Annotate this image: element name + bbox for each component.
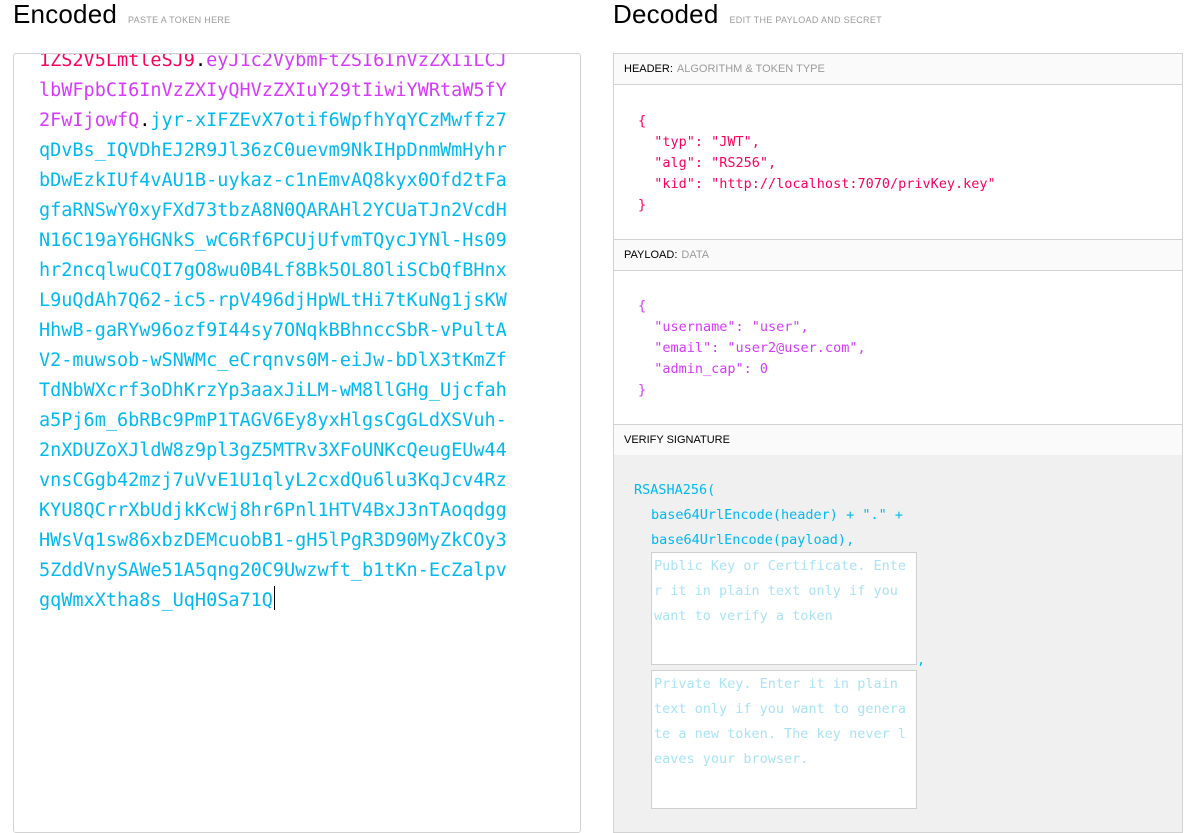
- encoded-hint: PASTE A TOKEN HERE: [128, 15, 231, 25]
- text-caret: [273, 586, 275, 610]
- rsa-header-expression: base64UrlEncode(header) + "." +: [651, 507, 903, 523]
- public-key-input[interactable]: Public Key or Certificate. Enter it in p…: [651, 552, 917, 665]
- encoded-token-text[interactable]: 1ZS2V5LmtleSJ9.eyJ1c2VybmFtZSI6InVzZXIiL…: [39, 53, 514, 616]
- payload-section-sublabel: DATA: [681, 249, 710, 261]
- header-json-editor[interactable]: { "typ": "JWT", "alg": "RS256", "kid": "…: [638, 111, 996, 216]
- encoded-heading: Encoded: [13, 0, 118, 29]
- encoded-token-textarea[interactable]: 1ZS2V5LmtleSJ9.eyJ1c2VybmFtZSI6InVzZXIiL…: [13, 53, 581, 833]
- verify-signature-body: RSASHA256( base64UrlEncode(header) + "."…: [614, 455, 1182, 832]
- decoded-hint: EDIT THE PAYLOAD AND SECRET: [729, 15, 882, 25]
- private-key-input[interactable]: Private Key. Enter it in plain text only…: [651, 670, 917, 809]
- payload-json-editor[interactable]: { "username": "user", "email": "user2@us…: [638, 296, 866, 401]
- payload-section-label: PAYLOAD:: [624, 249, 678, 261]
- verify-section-label: VERIFY SIGNATURE: [624, 434, 730, 446]
- decoded-heading: Decoded: [613, 0, 719, 29]
- argument-comma: ,: [917, 652, 926, 668]
- decoded-section-title: Decoded EDIT THE PAYLOAD AND SECRET: [613, 0, 882, 28]
- verify-signature-heading: VERIFY SIGNATURE: [614, 424, 1182, 456]
- decoded-panel: HEADER: ALGORITHM & TOKEN TYPE { "typ": "…: [613, 53, 1183, 833]
- payload-section-heading: PAYLOAD: DATA: [614, 239, 1182, 271]
- token-signature-part: jyr-xIFZEvX7otif6WpfhYqYCzMwffz7qDvBs_IQ…: [39, 110, 507, 611]
- header-section-label: HEADER:: [624, 63, 673, 75]
- rsa-function-name: RSASHA256(: [634, 482, 716, 498]
- token-header-part: 1ZS2V5LmtleSJ9: [39, 53, 195, 71]
- token-separator: .: [139, 110, 151, 131]
- token-separator: .: [194, 53, 207, 71]
- header-section-sublabel: ALGORITHM & TOKEN TYPE: [676, 63, 825, 75]
- header-section-heading: HEADER: ALGORITHM & TOKEN TYPE: [614, 54, 1182, 85]
- encoded-section-title: Encoded PASTE A TOKEN HERE: [13, 0, 230, 28]
- rsa-payload-expression: base64UrlEncode(payload),: [651, 532, 855, 548]
